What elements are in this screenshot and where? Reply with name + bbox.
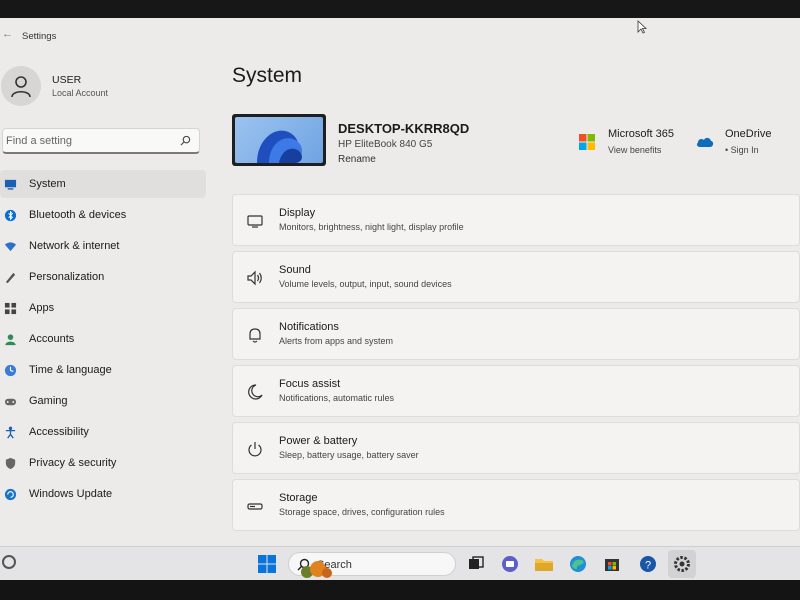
person-icon <box>5 334 16 346</box>
apps-icon <box>4 302 17 315</box>
moon-icon <box>248 384 263 400</box>
windows-bloom-wallpaper-icon <box>257 130 303 163</box>
sidebar-item-label: Windows Update <box>29 488 113 500</box>
page-title: System <box>232 64 303 87</box>
card-title: Sound <box>279 264 311 276</box>
controller-icon <box>4 398 17 406</box>
onedrive-title[interactable]: OneDrive <box>725 128 771 140</box>
notifications-card[interactable]: Notifications Alerts from apps and syste… <box>232 308 800 360</box>
card-subtitle: Monitors, brightness, night light, displ… <box>279 222 464 232</box>
taskbar-search-box[interactable]: Search <box>288 552 456 578</box>
globe-clock-icon <box>4 364 17 377</box>
sidebar-item-apps[interactable]: Apps <box>0 294 206 322</box>
settings-window: ← Settings USER Local Account System Blu… <box>0 18 800 546</box>
sidebar-item-windows-update[interactable]: Windows Update <box>0 480 206 508</box>
microsoft-logo-icon <box>579 134 595 150</box>
card-subtitle: Notifications, automatic rules <box>279 393 395 403</box>
sidebar-item-network[interactable]: Network & internet <box>0 232 206 260</box>
microsoft-365-title[interactable]: Microsoft 365 <box>608 128 674 140</box>
sidebar-item-label: Accessibility <box>29 426 89 438</box>
card-subtitle: Volume levels, output, input, sound devi… <box>279 279 452 289</box>
sidebar-item-accessibility[interactable]: Accessibility <box>0 418 206 446</box>
sidebar-item-gaming[interactable]: Gaming <box>0 387 206 415</box>
sidebar-item-bluetooth[interactable]: Bluetooth & devices <box>0 201 206 229</box>
mouse-cursor-icon <box>637 20 647 34</box>
shield-icon <box>5 457 16 470</box>
storage-card[interactable]: Storage Storage space, drives, configura… <box>232 479 800 531</box>
card-title: Power & battery <box>279 435 358 447</box>
onedrive-cloud-icon <box>696 137 714 147</box>
account-type: Local Account <box>52 88 109 98</box>
settings-search-input[interactable] <box>6 132 176 150</box>
card-subtitle: Sleep, battery usage, battery saver <box>279 450 419 460</box>
teams-chat-icon[interactable] <box>500 554 520 574</box>
help-icon[interactable]: ? <box>638 554 658 574</box>
sidebar-item-privacy-security[interactable]: Privacy & security <box>0 449 206 477</box>
settings-search-box[interactable] <box>2 128 200 154</box>
power-battery-card[interactable]: Power & battery Sleep, battery usage, ba… <box>232 422 800 474</box>
card-subtitle: Storage space, drives, configuration rul… <box>279 507 445 517</box>
search-icon[interactable] <box>180 135 191 146</box>
person-avatar-icon <box>11 76 31 98</box>
screen-top-bezel <box>0 0 800 18</box>
edge-browser-icon[interactable] <box>568 554 588 574</box>
accessibility-icon <box>5 426 16 439</box>
file-explorer-icon[interactable] <box>534 554 554 574</box>
speaker-icon <box>247 270 262 286</box>
svg-text:?: ? <box>645 560 651 572</box>
sidebar-item-accounts[interactable]: Accounts <box>0 325 206 353</box>
device-thumbnail <box>232 114 326 166</box>
card-title: Notifications <box>279 321 339 333</box>
display-card[interactable]: Display Monitors, brightness, night ligh… <box>232 194 800 246</box>
sidebar-item-label: Gaming <box>29 395 68 407</box>
microsoft-365-subtitle[interactable]: View benefits <box>608 145 661 155</box>
title-bar: ← Settings <box>0 18 800 52</box>
sidebar-item-label: Privacy & security <box>29 457 117 469</box>
sidebar-nav: System Bluetooth & devices Network & int… <box>0 170 206 511</box>
sidebar-item-label: Bluetooth & devices <box>29 209 127 221</box>
card-title: Display <box>279 207 316 219</box>
sidebar-item-label: Network & internet <box>29 240 120 252</box>
avatar <box>1 66 41 106</box>
wifi-icon <box>4 242 17 252</box>
power-icon <box>248 442 262 457</box>
device-model: HP EliteBook 840 G5 <box>338 139 433 150</box>
card-title: Focus assist <box>279 378 341 390</box>
update-icon <box>4 488 17 501</box>
settings-cards: Display Monitors, brightness, night ligh… <box>232 194 800 536</box>
screen-bottom-bezel <box>0 580 800 600</box>
rename-link[interactable]: Rename <box>338 154 376 165</box>
device-name: DESKTOP-KKRR8QD <box>338 121 470 136</box>
sound-card[interactable]: Sound Volume levels, output, input, soun… <box>232 251 800 303</box>
bell-icon <box>249 328 261 343</box>
windows-start-icon[interactable] <box>258 555 276 573</box>
card-subtitle: Alerts from apps and system <box>279 336 394 346</box>
user-name: USER <box>52 74 82 86</box>
sidebar-item-time-language[interactable]: Time & language <box>0 356 206 384</box>
back-arrow-icon[interactable]: ← <box>2 28 13 40</box>
taskbar: Search ? <box>0 546 800 580</box>
sidebar-item-label: Personalization <box>29 271 105 283</box>
task-view-icon[interactable] <box>466 554 486 574</box>
sidebar-item-personalization[interactable]: Personalization <box>0 263 206 291</box>
sidebar-item-label: System <box>29 178 66 190</box>
card-title: Storage <box>279 492 318 504</box>
user-profile[interactable]: USER Local Account <box>0 66 215 108</box>
bluetooth-icon <box>4 209 17 222</box>
sidebar-item-label: Time & language <box>29 364 112 376</box>
storage-icon <box>247 503 263 510</box>
focus-assist-card[interactable]: Focus assist Notifications, automatic ru… <box>232 365 800 417</box>
window-title: Settings <box>22 31 57 42</box>
onedrive-signin[interactable]: • Sign In <box>725 145 759 155</box>
widgets-icon[interactable] <box>2 555 16 569</box>
sidebar-item-label: Accounts <box>29 333 75 345</box>
sidebar-item-label: Apps <box>29 302 55 314</box>
settings-gear-icon[interactable] <box>672 554 692 574</box>
system-icon <box>4 179 17 190</box>
monitor-icon <box>247 215 263 228</box>
search-highlight-art-icon <box>301 561 332 578</box>
pen-icon <box>5 272 16 284</box>
sidebar-item-system[interactable]: System <box>0 170 206 198</box>
microsoft-store-icon[interactable] <box>602 554 622 574</box>
